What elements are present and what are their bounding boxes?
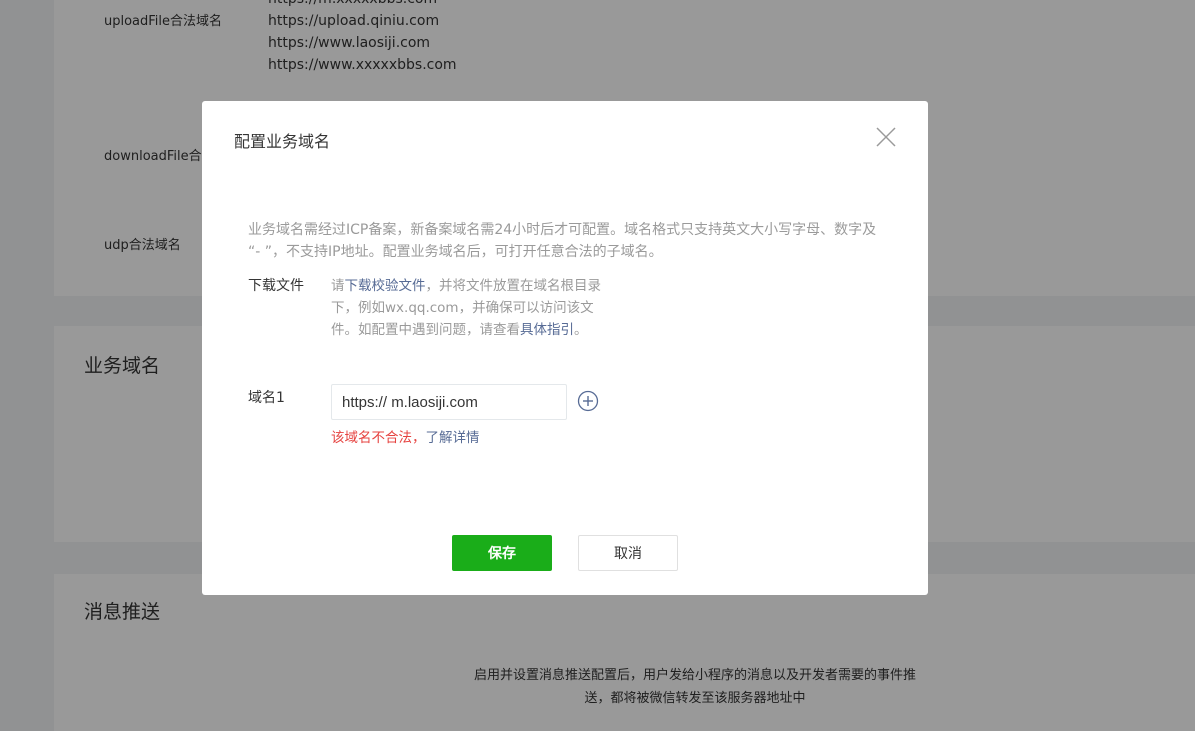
download-desc-prefix: 请 — [331, 278, 345, 294]
dialog-title: 配置业务域名 — [234, 132, 331, 151]
intro-line: “- ”，不支持IP地址。配置业务域名后，可打开任意合法的子域名。 — [248, 244, 663, 260]
guide-link[interactable]: 具体指引 — [520, 322, 574, 338]
error-text: 该域名不合法， — [331, 430, 426, 446]
cancel-button[interactable]: 取消 — [578, 535, 678, 571]
download-desc-suffix: 。 — [574, 322, 588, 338]
intro-line: 业务域名需经过ICP备案，新备案域名需24小时后才可配置。域名格式只支持英文大小… — [248, 222, 877, 238]
learn-more-link[interactable]: 了解详情 — [426, 430, 480, 446]
intro-text: 业务域名需经过ICP备案，新备案域名需24小时后才可配置。域名格式只支持英文大小… — [248, 219, 888, 263]
domain-1-input[interactable] — [331, 384, 567, 420]
domain-error-message: 该域名不合法，了解详情 — [331, 426, 480, 446]
download-verification-file-link[interactable]: 下载校验文件 — [345, 278, 426, 294]
download-file-label: 下载文件 — [248, 278, 304, 294]
configure-business-domain-dialog: 配置业务域名 业务域名需经过ICP备案，新备案域名需24小时后才可配置。域名格式… — [202, 101, 928, 595]
domain-1-label: 域名1 — [248, 390, 285, 406]
close-icon[interactable] — [874, 125, 898, 149]
plus-circle-icon[interactable] — [577, 390, 599, 412]
download-file-description: 请下载校验文件，并将文件放置在域名根目录下，例如wx.qq.com，并确保可以访… — [331, 275, 606, 341]
save-button[interactable]: 保存 — [452, 535, 552, 571]
